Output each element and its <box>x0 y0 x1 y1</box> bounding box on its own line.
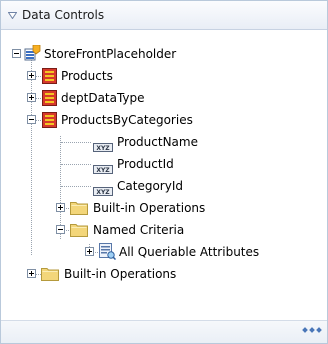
tree-node-label: CategoryId <box>117 179 183 193</box>
folder-icon <box>41 266 59 288</box>
panel-title: Data Controls <box>22 8 105 22</box>
expand-toggle-icon[interactable] <box>27 269 36 278</box>
tree-node-label: All Queriable Attributes <box>119 245 260 259</box>
tree-node-root[interactable]: StoreFrontPlaceholder <box>1 43 327 65</box>
collapse-toggle-icon[interactable] <box>12 49 21 58</box>
tree-node-label: ProductName <box>117 135 198 149</box>
data-controls-tree: StoreFrontPlaceholder Products deptDataT… <box>1 30 327 320</box>
tree-node-builtin-operations[interactable]: Built-in Operations <box>1 197 327 219</box>
expand-toggle-icon[interactable] <box>27 71 36 80</box>
collapse-toggle-icon[interactable] <box>56 225 65 234</box>
expand-toggle-icon[interactable] <box>85 247 94 256</box>
tree-node-all-queriable-attributes[interactable]: All Queriable Attributes <box>1 241 327 263</box>
tree-node-label: Built-in Operations <box>93 201 206 215</box>
tree-node-label: ProductsByCategories <box>61 113 193 127</box>
tree-node-label: deptDataType <box>61 91 145 105</box>
tree-node-label: StoreFrontPlaceholder <box>44 47 177 61</box>
tree-node-productname[interactable]: XYZ ProductName <box>1 131 327 153</box>
svg-text:XYZ: XYZ <box>96 145 110 152</box>
tree-node-productid[interactable]: XYZ ProductId <box>1 153 327 175</box>
svg-text:XYZ: XYZ <box>96 167 110 174</box>
panel-header[interactable]: Data Controls <box>1 1 327 30</box>
expand-toggle-icon[interactable] <box>56 203 65 212</box>
tree-node-productsbycategories[interactable]: ProductsByCategories <box>1 109 327 131</box>
collapse-toggle-icon[interactable] <box>27 115 36 124</box>
tree-node-named-criteria[interactable]: Named Criteria <box>1 219 327 241</box>
tree-node-label: Built-in Operations <box>64 267 177 281</box>
tree-node-deptdatatype[interactable]: deptDataType <box>1 87 327 109</box>
data-controls-panel: Data Controls StoreFrontPlaceholder Prod… <box>0 0 328 344</box>
tree-node-categoryid[interactable]: XYZ CategoryId <box>1 175 327 197</box>
svg-text:XYZ: XYZ <box>96 189 110 196</box>
tree-node-builtin-operations-root[interactable]: Built-in Operations <box>1 263 327 285</box>
more-dots-icon[interactable] <box>302 327 322 333</box>
expand-toggle-icon[interactable] <box>27 93 36 102</box>
tree-node-label: ProductId <box>117 157 174 171</box>
triangle-down-icon[interactable] <box>7 10 17 20</box>
tree-node-products[interactable]: Products <box>1 65 327 87</box>
tree-node-label: Products <box>61 69 113 83</box>
panel-footer <box>1 320 327 343</box>
tree-node-label: Named Criteria <box>93 223 185 237</box>
